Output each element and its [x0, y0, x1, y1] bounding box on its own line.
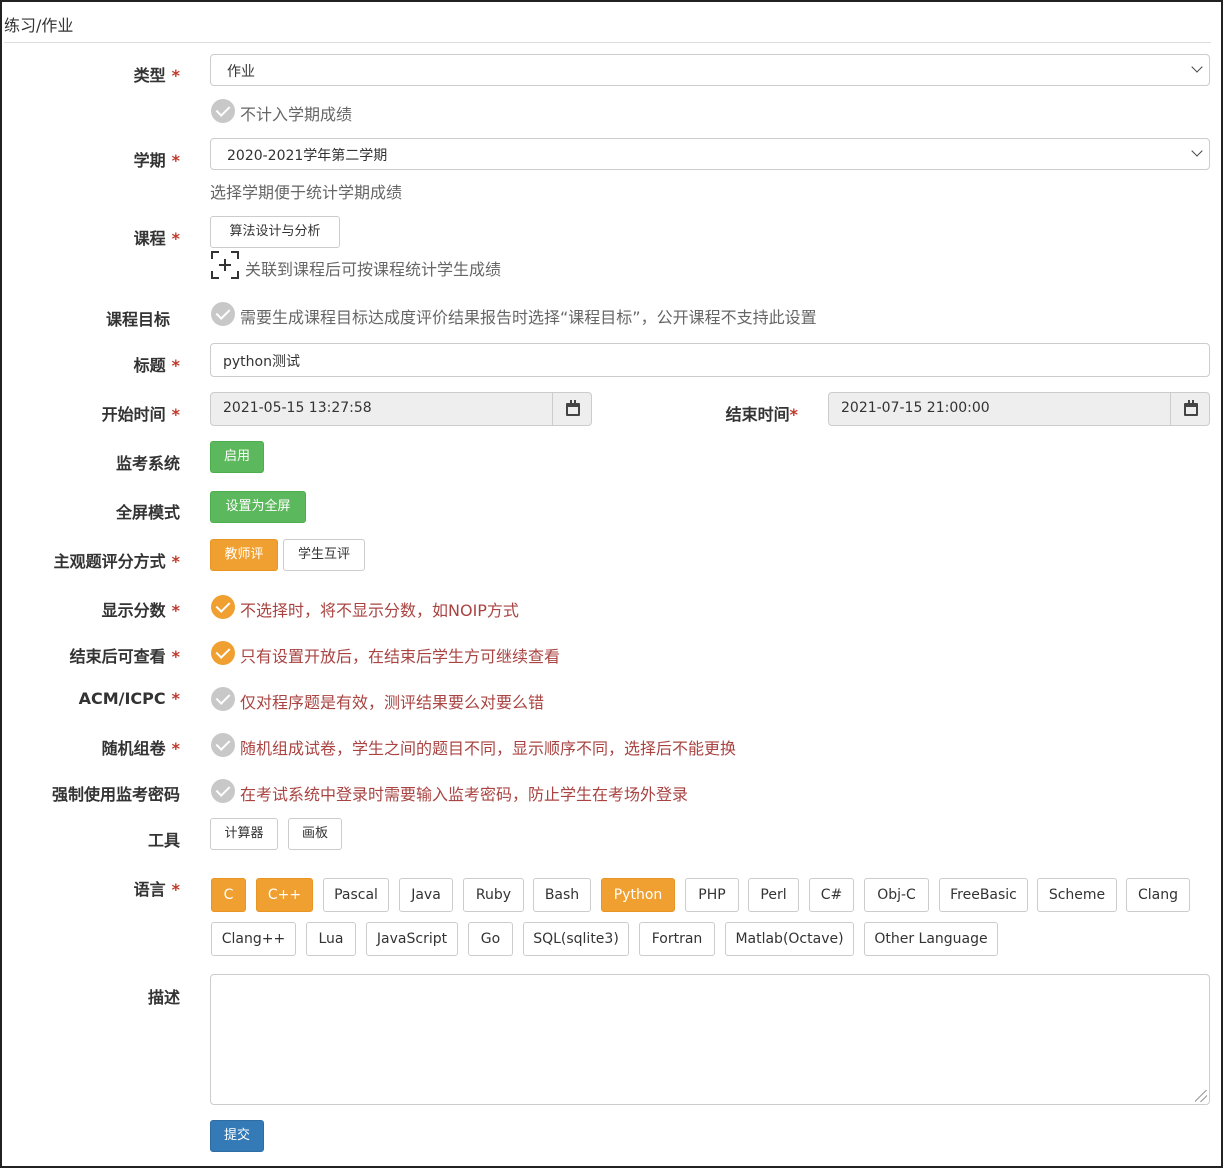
- term-help: 选择学期便于统计学期成绩: [210, 183, 403, 202]
- term-label: 学期 *: [133, 151, 180, 170]
- show-score-label: 显示分数 *: [101, 601, 180, 620]
- force-password-label: 强制使用监考密码: [51, 785, 180, 804]
- term-select[interactable]: 2020-2021学年第二学期: [210, 138, 1210, 170]
- force-password-checkbox[interactable]: [211, 779, 235, 803]
- tool-drawing-board-button[interactable]: 画板: [288, 818, 342, 850]
- resize-handle-icon[interactable]: [1195, 1090, 1207, 1102]
- tool-calculator-button[interactable]: 计算器: [210, 818, 278, 850]
- language-freebasic-button[interactable]: FreeBasic: [939, 878, 1028, 912]
- start-time-input[interactable]: 2021-05-15 13:27:58: [210, 392, 553, 426]
- start-time-calendar-button[interactable]: [552, 392, 592, 426]
- language-ruby-button[interactable]: Ruby: [463, 878, 524, 912]
- language-javascript-button[interactable]: JavaScript: [366, 922, 458, 956]
- course-button[interactable]: 算法设计与分析: [210, 216, 340, 248]
- tools-label: 工具: [147, 831, 180, 850]
- language-clang-button[interactable]: Clang: [1126, 878, 1190, 912]
- language-fortran-button[interactable]: Fortran: [639, 922, 715, 956]
- random-label: 随机组卷 *: [101, 739, 180, 758]
- view-after-checkbox[interactable]: [211, 641, 235, 665]
- course-goal-label: 课程目标: [105, 310, 170, 329]
- language-bash-button[interactable]: Bash: [533, 878, 591, 912]
- add-course-icon[interactable]: [211, 251, 239, 279]
- language-perl-button[interactable]: Perl: [748, 878, 799, 912]
- language-php-button[interactable]: PHP: [685, 878, 739, 912]
- language-lua-button[interactable]: Lua: [306, 922, 356, 956]
- course-label: 课程 *: [133, 229, 180, 248]
- language-c-button[interactable]: C: [211, 878, 246, 912]
- language-java-button[interactable]: Java: [399, 878, 453, 912]
- calendar-icon: [1184, 400, 1198, 416]
- language-sql-sqlite3--button[interactable]: SQL(sqlite3): [523, 922, 629, 956]
- title-label: 标题 *: [133, 356, 180, 375]
- language-python-button[interactable]: Python: [601, 878, 675, 912]
- course-goal-text: 需要生成课程目标达成度评价结果报告时选择“课程目标”，公开课程不支持此设置: [240, 308, 817, 327]
- random-text: 随机组成试卷，学生之间的题目不同，显示顺序不同，选择后不能更换: [240, 739, 737, 758]
- language-scheme-button[interactable]: Scheme: [1037, 878, 1117, 912]
- grading-peer-button[interactable]: 学生互评: [283, 539, 365, 571]
- chevron-down-icon: [1191, 145, 1203, 157]
- exclude-term-score-checkbox[interactable]: [211, 99, 235, 123]
- force-password-text: 在考试系统中登录时需要输入监考密码，防止学生在考场外登录: [240, 785, 689, 804]
- view-after-label: 结束后可查看 *: [69, 647, 180, 666]
- description-textarea[interactable]: [210, 974, 1210, 1105]
- language-clangplusplus-button[interactable]: Clang++: [211, 922, 296, 956]
- type-label: 类型 *: [133, 66, 180, 85]
- show-score-checkbox[interactable]: [211, 595, 235, 619]
- submit-button[interactable]: 提交: [210, 1120, 264, 1152]
- view-after-text: 只有设置开放后，在结束后学生方可继续查看: [240, 647, 561, 666]
- proctor-label: 监考系统: [115, 454, 180, 473]
- start-time-label: 开始时间 *: [101, 405, 180, 424]
- course-help: 关联到课程后可按课程统计学生成绩: [245, 260, 502, 279]
- type-select[interactable]: 作业: [210, 54, 1210, 86]
- breadcrumb-divider: [4, 42, 1211, 43]
- exclude-term-score-text: 不计入学期成绩: [240, 105, 353, 124]
- fullscreen-button[interactable]: 设置为全屏: [210, 491, 306, 523]
- language-obj-c-button[interactable]: Obj-C: [864, 878, 929, 912]
- end-time-calendar-button[interactable]: [1170, 392, 1210, 426]
- languages-label: 语言 *: [133, 880, 180, 899]
- language-cplusplus-button[interactable]: C++: [256, 878, 313, 912]
- language-go-button[interactable]: Go: [468, 922, 513, 956]
- end-time-input[interactable]: 2021-07-15 21:00:00: [828, 392, 1171, 426]
- grading-label: 主观题评分方式 *: [53, 552, 180, 571]
- description-label: 描述: [147, 988, 180, 1007]
- title-input[interactable]: python测试: [210, 343, 1210, 377]
- enable-proctor-button[interactable]: 启用: [210, 441, 264, 473]
- language-csharp-button[interactable]: C#: [809, 878, 854, 912]
- breadcrumb: 练习/作业: [4, 16, 74, 35]
- calendar-icon: [566, 400, 580, 416]
- language-matlab-octave--button[interactable]: Matlab(Octave): [725, 922, 854, 956]
- acm-checkbox[interactable]: [211, 687, 235, 711]
- chevron-down-icon: [1191, 61, 1203, 73]
- random-checkbox[interactable]: [211, 733, 235, 757]
- acm-text: 仅对程序题是有效，测评结果要么对要么错: [240, 693, 545, 712]
- show-score-text: 不选择时，将不显示分数，如NOIP方式: [240, 601, 519, 620]
- fullscreen-label: 全屏模式: [115, 503, 180, 522]
- course-goal-checkbox[interactable]: [211, 302, 235, 326]
- language-other-language-button[interactable]: Other Language: [864, 922, 998, 956]
- acm-label: ACM/ICPC *: [78, 689, 180, 708]
- end-time-label: 结束时间*: [725, 405, 798, 424]
- grading-teacher-button[interactable]: 教师评: [210, 539, 278, 571]
- language-pascal-button[interactable]: Pascal: [323, 878, 389, 912]
